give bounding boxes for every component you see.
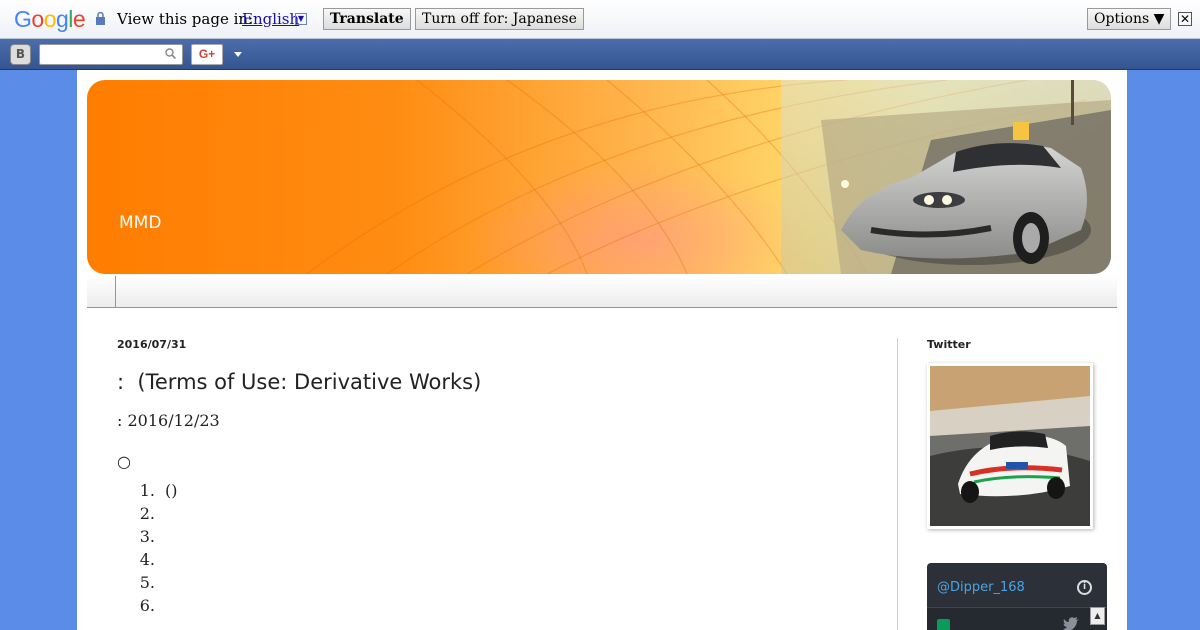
close-icon[interactable]: ✕ bbox=[1178, 12, 1192, 26]
info-icon[interactable]: i bbox=[1077, 580, 1092, 595]
post-updated-date: : 2016/12/23 bbox=[117, 411, 220, 430]
sports-car-image bbox=[781, 80, 1111, 274]
scroll-up-button[interactable]: ▲ bbox=[1090, 607, 1105, 625]
header-banner: MMD bbox=[87, 80, 1111, 274]
blog-title[interactable]: MMD bbox=[119, 213, 161, 233]
turn-off-button[interactable]: Turn off for: Japanese bbox=[415, 8, 584, 30]
blog-page: MMD 2016/07/31 : (Terms of Use: Derivati… bbox=[77, 70, 1127, 630]
tabs-bar bbox=[87, 276, 1117, 308]
list-item: 3. bbox=[139, 527, 155, 546]
twitter-heading: Twitter bbox=[927, 338, 971, 351]
language-dropdown-icon[interactable]: ▼ bbox=[295, 13, 307, 25]
twitter-feed[interactable] bbox=[927, 607, 1107, 630]
search-icon[interactable] bbox=[165, 48, 176, 59]
avatar[interactable] bbox=[937, 619, 950, 630]
view-page-label: View this page in: bbox=[117, 10, 254, 28]
lock-icon bbox=[96, 12, 105, 25]
blogger-navbar: B G+ bbox=[0, 39, 1200, 70]
search-input[interactable] bbox=[39, 44, 183, 65]
list-item: 1.() bbox=[139, 481, 178, 500]
list-item: 4. bbox=[139, 550, 155, 569]
twitter-bird-icon bbox=[1063, 617, 1079, 630]
more-dropdown-icon[interactable] bbox=[234, 52, 242, 57]
race-car-image bbox=[930, 366, 1090, 526]
options-button[interactable]: Options ▼ bbox=[1087, 8, 1172, 30]
list-item: 6. bbox=[139, 596, 155, 615]
sidebar-divider bbox=[897, 338, 898, 630]
twitter-handle-link[interactable]: @Dipper_168 bbox=[937, 580, 1025, 595]
gplus-button[interactable]: G+ bbox=[191, 44, 223, 65]
translate-button[interactable]: Translate bbox=[323, 8, 411, 30]
list-item: 2. bbox=[139, 504, 155, 523]
post-bullet: ○ bbox=[117, 452, 131, 471]
tabs-divider bbox=[115, 276, 116, 307]
language-select[interactable]: English bbox=[242, 10, 299, 28]
post-list: 1.() 2. 3. 4. 5. 6. bbox=[129, 479, 178, 617]
twitter-photo[interactable] bbox=[927, 363, 1093, 529]
google-logo: Google bbox=[14, 6, 86, 32]
list-item: 5. bbox=[139, 573, 155, 592]
post-title[interactable]: : (Terms of Use: Derivative Works) bbox=[117, 370, 481, 394]
blogger-logo-icon[interactable]: B bbox=[10, 44, 31, 65]
translate-bar: Google View this page in: English ▼ Tran… bbox=[0, 0, 1200, 39]
post-date: 2016/07/31 bbox=[117, 338, 187, 351]
twitter-timeline-widget[interactable]: @Dipper_168 i ▲ bbox=[927, 563, 1107, 630]
